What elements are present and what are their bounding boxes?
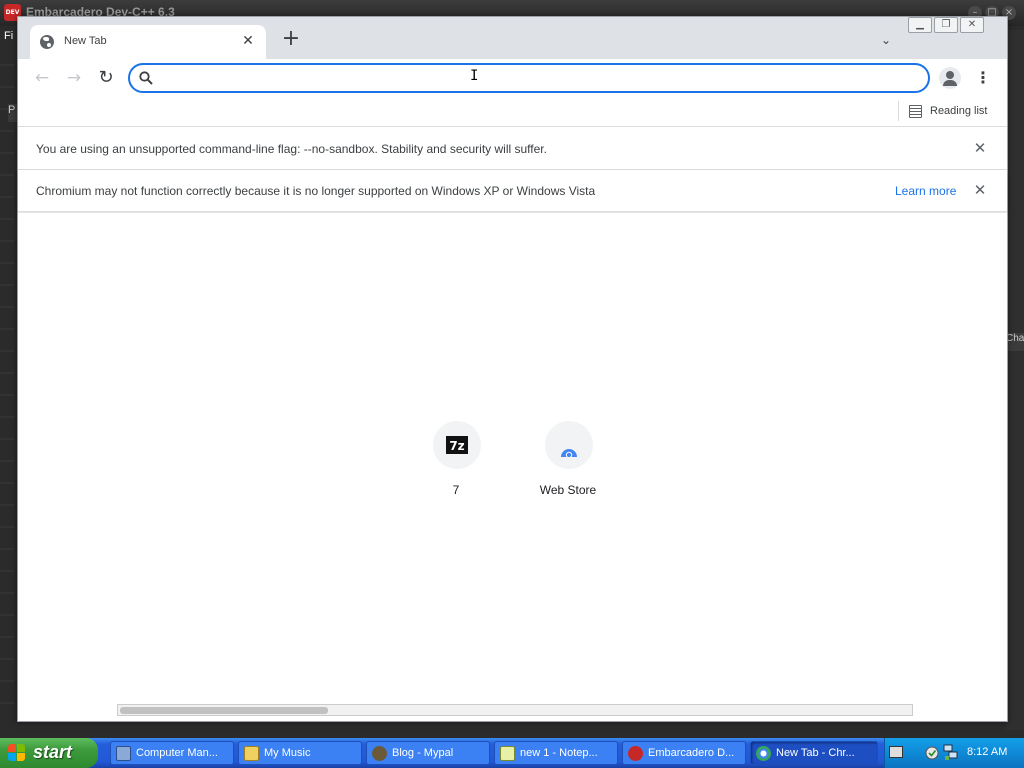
infobar-no-sandbox-warning: You are using an unsupported command-lin… [18, 128, 1007, 170]
taskbar-item-computer-management[interactable]: Computer Man... [110, 741, 234, 765]
omnibox[interactable]: I [128, 63, 930, 93]
computer-management-icon [116, 746, 131, 761]
tab-search-chevron-icon[interactable]: ⌄ [878, 33, 894, 49]
infobar-message: You are using an unsupported command-lin… [36, 142, 547, 156]
bookmarks-bar: Reading list [18, 97, 1007, 127]
folder-music-icon [244, 746, 259, 761]
chromium-window: New Tab ✕ + ⌄ ▁ ❐ ✕ ← → ↻ I ⋮ Reading li [17, 16, 1008, 722]
reload-button[interactable]: ↻ [94, 67, 118, 89]
start-label: start [33, 742, 73, 762]
start-button[interactable]: start [0, 738, 98, 768]
taskbar-item-blog-mypal[interactable]: Blog - Mypal [366, 741, 490, 765]
web-store-icon [561, 449, 577, 457]
forward-button[interactable]: → [62, 67, 86, 89]
taskbar-item-label: New Tab - Chr... [776, 747, 855, 759]
background-menu-item-file[interactable]: Fi [4, 30, 13, 42]
new-tab-page: 7z 7 Web Store [18, 213, 1007, 721]
address-input[interactable] [160, 68, 920, 88]
background-right-panel-tab[interactable]: Cha [1006, 333, 1024, 351]
keyboard-icon[interactable] [889, 746, 903, 758]
background-left-rail [0, 44, 14, 704]
bookmarks-divider [898, 101, 899, 121]
mypal-browser-icon [372, 746, 387, 761]
taskbar-item-label: Blog - Mypal [392, 747, 454, 759]
taskbar-item-embarcadero[interactable]: Embarcadero D... [622, 741, 746, 765]
taskbar-item-label: My Music [264, 747, 311, 759]
globe-icon [40, 35, 54, 49]
browser-menu-button[interactable]: ⋮ [975, 67, 991, 89]
window-controls: ▁ ❐ ✕ [908, 17, 984, 33]
infobar-close-icon[interactable]: ✕ [972, 140, 988, 156]
reading-list-icon [909, 104, 922, 118]
taskbar: start Computer Man... My Music Blog - My… [0, 738, 1024, 768]
tab-close-icon[interactable]: ✕ [240, 33, 256, 49]
profile-avatar-button[interactable] [939, 67, 961, 89]
system-tray: 8:12 AM [884, 738, 1024, 768]
taskbar-item-notepad[interactable]: new 1 - Notep... [494, 741, 618, 765]
taskbar-item-label: Computer Man... [136, 747, 218, 759]
search-icon [139, 71, 153, 85]
tab-strip: New Tab ✕ + ⌄ ▁ ❐ ✕ [18, 17, 1007, 59]
shortcut-tile-7[interactable]: 7z 7 [411, 421, 501, 501]
shortcut-icon-circle [545, 421, 593, 469]
new-tab-button[interactable]: + [280, 28, 302, 51]
scrollbar-thumb[interactable] [120, 707, 328, 714]
tab-new-tab[interactable]: New Tab ✕ [30, 25, 266, 59]
background-right-rail [1006, 30, 1024, 730]
taskbar-item-label: new 1 - Notep... [520, 747, 598, 759]
infobar-message: Chromium may not function correctly beca… [36, 184, 596, 198]
reading-list-button[interactable]: Reading list [909, 102, 987, 120]
infobar-unsupported-os-warning: Chromium may not function correctly beca… [18, 170, 1007, 212]
browser-toolbar: ← → ↻ I ⋮ [18, 59, 1007, 97]
chromium-icon [756, 746, 771, 761]
minimize-button[interactable]: ▁ [908, 17, 932, 33]
reading-list-label: Reading list [930, 105, 988, 117]
security-shield-icon[interactable] [925, 745, 939, 761]
network-icon[interactable] [943, 744, 959, 761]
shortcut-label: 7 [452, 483, 460, 497]
infobar-close-icon[interactable]: ✕ [972, 182, 988, 198]
taskbar-item-label: Embarcadero D... [648, 747, 735, 759]
horizontal-scrollbar[interactable] [117, 704, 913, 716]
restore-button[interactable]: ❐ [934, 17, 958, 33]
tab-title: New Tab [64, 35, 107, 47]
learn-more-link[interactable]: Learn more [895, 184, 956, 198]
windows-logo-icon [8, 744, 26, 762]
shortcut-tile-web-store[interactable]: Web Store [523, 421, 613, 501]
notepad-icon [500, 746, 515, 761]
back-button[interactable]: ← [30, 67, 54, 89]
7z-icon: 7z [446, 436, 468, 454]
close-button[interactable]: ✕ [960, 17, 984, 33]
text-cursor-icon: I [470, 68, 479, 84]
shortcut-label: Web Store [539, 483, 597, 497]
taskbar-item-chromium[interactable]: New Tab - Chr... [750, 741, 878, 765]
devcpp-icon [628, 746, 643, 761]
taskbar-item-my-music[interactable]: My Music [238, 741, 362, 765]
shortcut-icon-circle: 7z [433, 421, 481, 469]
clock[interactable]: 8:12 AM [967, 746, 1007, 758]
